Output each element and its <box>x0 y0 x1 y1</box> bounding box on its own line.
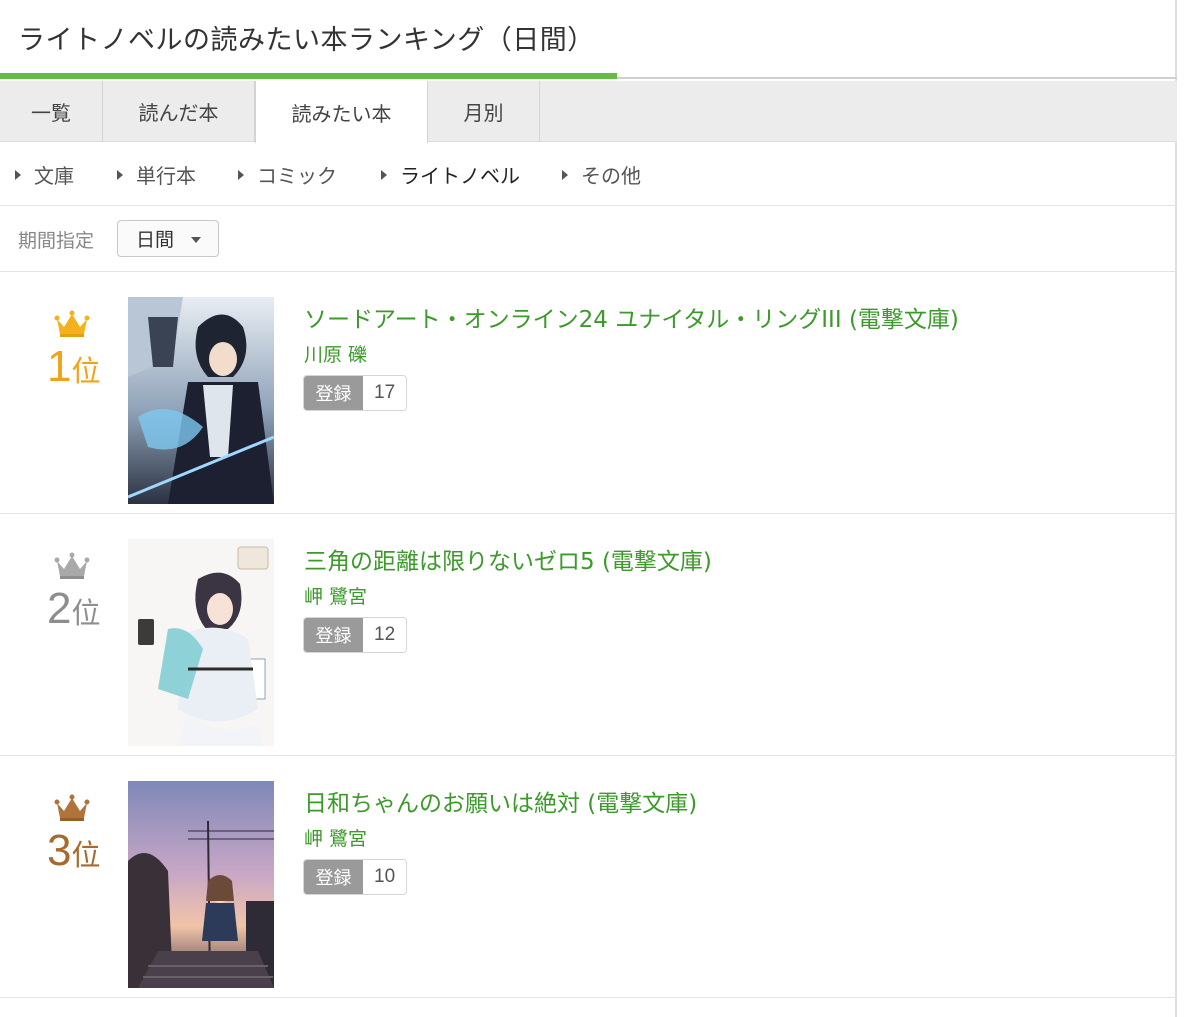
rank-number: 3 <box>47 826 72 875</box>
category-label: 文庫 <box>34 164 74 188</box>
register-label: 登録 <box>304 376 363 410</box>
ranking-row: 3位 日和ちゃんのお願いは絶対 (電撃文庫) 岬 鷺宮 登録 10 <box>0 756 1177 998</box>
period-label: 期間指定 <box>18 230 95 252</box>
register-label: 登録 <box>304 860 363 894</box>
rank-unit: 位 <box>71 596 101 630</box>
register-count: 17 <box>363 376 407 410</box>
tab-read-books[interactable]: 読んだ本 <box>103 81 255 142</box>
rank-unit: 位 <box>71 354 101 388</box>
book-cover-image[interactable] <box>128 781 274 988</box>
ranking-page: ライトノベルの読みたい本ランキング（日間） 一覧 読んだ本 読みたい本 月別 文… <box>0 0 1177 1017</box>
period-select-value: 日間 <box>136 229 175 251</box>
rank-unit: 位 <box>71 838 101 872</box>
book-title-link[interactable]: ソードアート・オンライン24 ユナイタル・リングIII (電撃文庫) <box>304 300 959 334</box>
register-button[interactable]: 登録 12 <box>303 617 408 653</box>
triangle-right-icon <box>381 169 387 180</box>
ranking-row: 2位 三角の距離は限りないゼロ5 (電撃文庫) 岬 鷺宮 登録 12 <box>0 514 1177 756</box>
rank-number: 1 <box>47 342 72 391</box>
category-light-novel[interactable]: ライトノベル <box>381 160 520 189</box>
silver-crown-icon <box>54 552 90 579</box>
category-label: コミック <box>257 164 337 188</box>
bronze-crown-icon <box>54 794 90 821</box>
period-select[interactable]: 日間 <box>117 220 219 257</box>
book-title-link[interactable]: 日和ちゃんのお願いは絶対 (電撃文庫) <box>304 784 697 818</box>
book-cover-image[interactable] <box>128 297 274 504</box>
tab-want-to-read[interactable]: 読みたい本 <box>255 81 428 143</box>
category-label: その他 <box>581 164 641 188</box>
page-title: ライトノベルの読みたい本ランキング（日間） <box>18 25 595 56</box>
book-title-link[interactable]: 三角の距離は限りないゼロ5 (電撃文庫) <box>304 542 712 576</box>
category-bunko[interactable]: 文庫 <box>15 160 74 189</box>
triangle-right-icon <box>562 169 568 180</box>
book-cover-image[interactable] <box>128 539 274 746</box>
rank-label: 2位 <box>47 584 101 634</box>
register-count: 12 <box>363 618 407 652</box>
rank-label: 3位 <box>47 826 101 876</box>
triangle-right-icon <box>117 169 123 180</box>
register-count: 10 <box>363 860 407 894</box>
register-label: 登録 <box>304 618 363 652</box>
category-label: ライトノベル <box>400 164 520 188</box>
author-link[interactable]: 川原 礫 <box>304 340 367 367</box>
tab-list[interactable]: 一覧 <box>0 81 103 142</box>
triangle-right-icon <box>238 169 244 180</box>
rank-label: 1位 <box>47 342 101 392</box>
register-button[interactable]: 登録 10 <box>303 859 408 895</box>
category-filter: 文庫 単行本 コミック ライトノベル その他 <box>0 142 1177 206</box>
right-margin <box>1179 0 1200 1017</box>
category-comic[interactable]: コミック <box>238 160 337 189</box>
category-tankobon[interactable]: 単行本 <box>117 160 196 189</box>
chevron-down-icon <box>191 237 201 243</box>
ranking-tabs: 一覧 読んだ本 読みたい本 月別 <box>0 81 1177 143</box>
title-accent-bar <box>0 73 617 79</box>
register-button[interactable]: 登録 17 <box>303 375 408 411</box>
period-filter: 期間指定 日間 <box>0 206 1177 272</box>
category-label: 単行本 <box>136 164 196 188</box>
triangle-right-icon <box>15 169 21 180</box>
rank-number: 2 <box>47 584 72 633</box>
category-other[interactable]: その他 <box>562 160 641 189</box>
author-link[interactable]: 岬 鷺宮 <box>304 824 367 851</box>
ranking-row: 1位 ソードアート・オンライン24 ユナイタル・リングIII (電撃文庫) 川原… <box>0 272 1177 514</box>
tab-monthly[interactable]: 月別 <box>428 81 540 142</box>
gold-crown-icon <box>54 310 90 337</box>
author-link[interactable]: 岬 鷺宮 <box>304 582 367 609</box>
